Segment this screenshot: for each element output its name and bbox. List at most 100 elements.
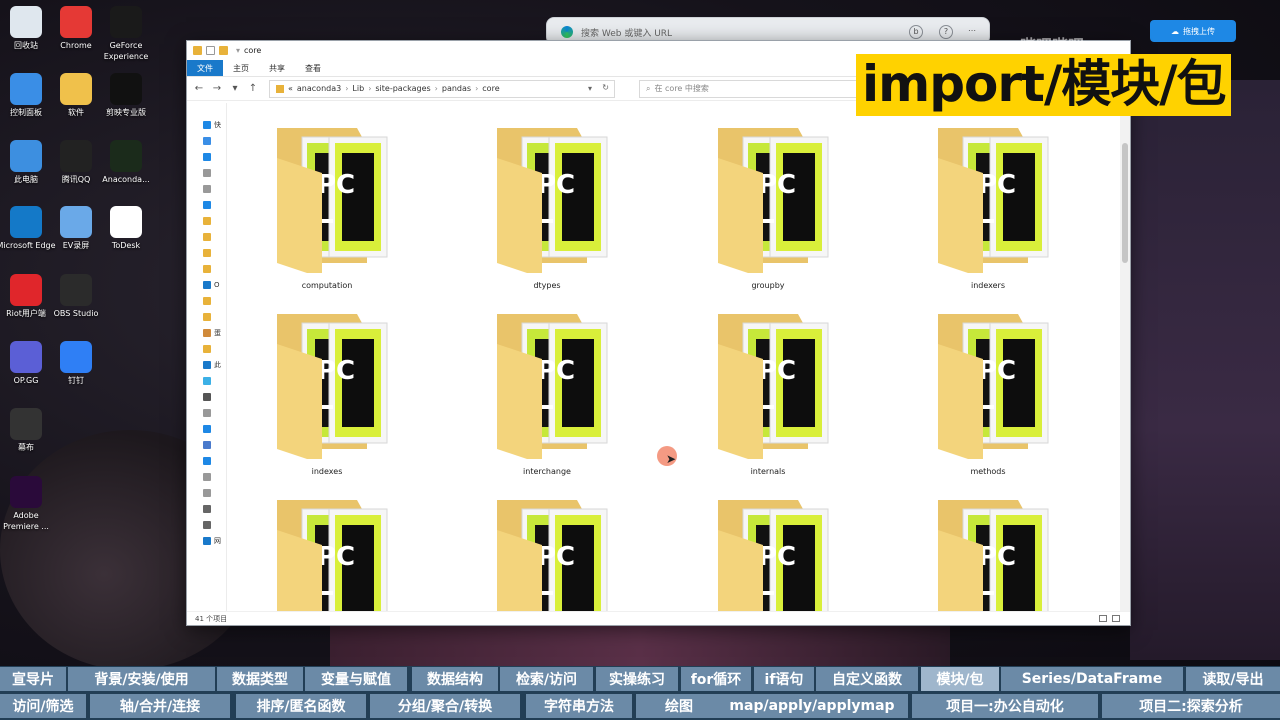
folder-item[interactable]: PC [688,495,848,611]
folder-item[interactable]: PC groupby [688,123,848,303]
desktop-icon[interactable]: ToDesk [96,206,156,251]
upload-button[interactable]: ☁ 拖拽上传 [1150,20,1236,42]
breadcrumb-item[interactable]: anaconda3 [297,84,341,93]
desktop-icon[interactable]: 剪映专业版 [96,73,156,118]
nav-item[interactable] [187,437,226,453]
tab-home[interactable]: 主页 [223,60,259,76]
details-view-icon[interactable] [1099,615,1107,622]
chapter-button[interactable]: 宣导片 [0,667,66,691]
nav-item[interactable] [187,133,226,149]
folder-item[interactable]: PC interchange [467,309,627,489]
nav-item[interactable] [187,213,226,229]
chapter-button[interactable]: 读取/导出 [1186,667,1280,691]
chapter-button[interactable]: 背景/安装/使用 [68,667,215,691]
folder-item[interactable]: PC [467,495,627,611]
nav-item[interactable]: 网 [187,533,226,549]
chapter-button[interactable]: Series/DataFrame [1001,667,1183,691]
bing-icon[interactable]: b [909,25,923,39]
more-icon[interactable]: ⋯ [965,25,979,39]
back-icon[interactable]: ← [193,83,205,94]
nav-item[interactable] [187,517,226,533]
desktop-icon[interactable]: Anaconda... [96,140,156,185]
nav-item[interactable] [187,197,226,213]
chapter-button[interactable]: 数据类型 [217,667,303,691]
folder-item[interactable]: PC [247,495,407,611]
desktop-icon[interactable]: 幕布 [0,408,56,453]
help-icon[interactable]: ? [939,25,953,39]
folder-name: internals [750,467,786,476]
folder-item[interactable]: PC methods [908,309,1068,489]
folder-item[interactable]: PC internals [688,309,848,489]
desktop-icon[interactable]: OBS Studio [46,274,106,319]
tab-view[interactable]: 查看 [295,60,331,76]
nav-item[interactable] [187,229,226,245]
nav-item[interactable] [187,405,226,421]
chapter-button[interactable]: 项目一:办公自动化 [912,694,1098,718]
chapter-button[interactable]: 实操练习 [596,667,678,691]
nav-item[interactable] [187,165,226,181]
large-icons-view-icon[interactable] [1112,615,1120,622]
scroll-thumb[interactable] [1122,143,1128,263]
chapter-button[interactable]: 模块/包 [921,667,999,691]
forward-icon[interactable]: → [211,83,223,94]
nav-item[interactable] [187,485,226,501]
folder-item[interactable]: PC indexes [247,309,407,489]
checkbox-icon[interactable] [206,46,215,55]
folder-item[interactable]: PC computation [247,123,407,303]
desktop-icon[interactable]: GeForce Experience [96,6,156,62]
chapter-button[interactable]: 项目二:探索分析 [1102,694,1280,718]
nav-item[interactable]: 快 [187,117,226,133]
breadcrumb-overflow[interactable]: « [288,84,293,93]
chapter-button[interactable]: 变量与赋值 [305,667,407,691]
breadcrumb-item[interactable]: core [482,84,499,93]
folder-item[interactable]: PC indexers [908,123,1068,303]
chapter-button[interactable]: if语句 [754,667,814,691]
nav-item[interactable] [187,373,226,389]
chapter-button[interactable]: 绘图 [636,694,722,718]
nav-item[interactable]: O [187,277,226,293]
nav-item[interactable] [187,341,226,357]
desktop-icon[interactable]: 钉钉 [46,341,106,386]
nav-item[interactable] [187,293,226,309]
refresh-icon[interactable]: ↻ [602,83,609,92]
recent-icon[interactable]: ▾ [229,83,241,94]
chapter-button[interactable]: 分组/聚合/转换 [370,694,520,718]
nav-item[interactable] [187,421,226,437]
dropdown-icon[interactable]: ▾ [236,46,240,55]
tab-share[interactable]: 共享 [259,60,295,76]
nav-item[interactable] [187,149,226,165]
chapter-button[interactable]: 访问/筛选 [0,694,86,718]
chapter-button[interactable]: 自定义函数 [816,667,918,691]
address-bar[interactable]: « anaconda3 › Lib › site-packages › pand… [269,79,615,98]
folder-item[interactable]: PC dtypes [467,123,627,303]
chevron-down-icon[interactable]: ▾ [588,84,592,93]
chapter-button[interactable]: 字符串方法 [526,694,632,718]
nav-item[interactable] [187,453,226,469]
chapter-button[interactable]: 数据结构 [412,667,498,691]
desktop-icon[interactable]: Adobe Premiere ... [0,476,56,532]
nav-item[interactable] [187,261,226,277]
breadcrumb-item[interactable]: site-packages [375,84,430,93]
up-icon[interactable]: ↑ [247,83,259,94]
nav-item[interactable]: 此 [187,357,226,373]
vertical-scrollbar[interactable] [1120,103,1130,611]
nav-item[interactable] [187,181,226,197]
tab-file[interactable]: 文件 [187,60,223,76]
breadcrumb-item[interactable]: Lib [352,84,364,93]
search-input[interactable]: ⌕ 在 core 中搜索 [639,79,869,98]
chapter-button[interactable]: map/apply/applymap [716,694,908,718]
chapter-button[interactable]: for循环 [681,667,751,691]
nav-item[interactable] [187,309,226,325]
nav-item[interactable]: 蛋 [187,325,226,341]
folder-item[interactable]: PC [908,495,1068,611]
breadcrumb-item[interactable]: pandas [442,84,471,93]
chapter-button[interactable]: 检索/访问 [500,667,593,691]
chapter-button[interactable]: 轴/合并/连接 [90,694,230,718]
chapter-button[interactable]: 排序/匿名函数 [236,694,366,718]
navigation-pane[interactable]: 快 O 蛋此网 [187,103,227,611]
nav-item[interactable] [187,389,226,405]
pycharm-folder-icon: PC [938,128,1049,278]
nav-item[interactable] [187,245,226,261]
nav-item[interactable] [187,469,226,485]
nav-item[interactable] [187,501,226,517]
